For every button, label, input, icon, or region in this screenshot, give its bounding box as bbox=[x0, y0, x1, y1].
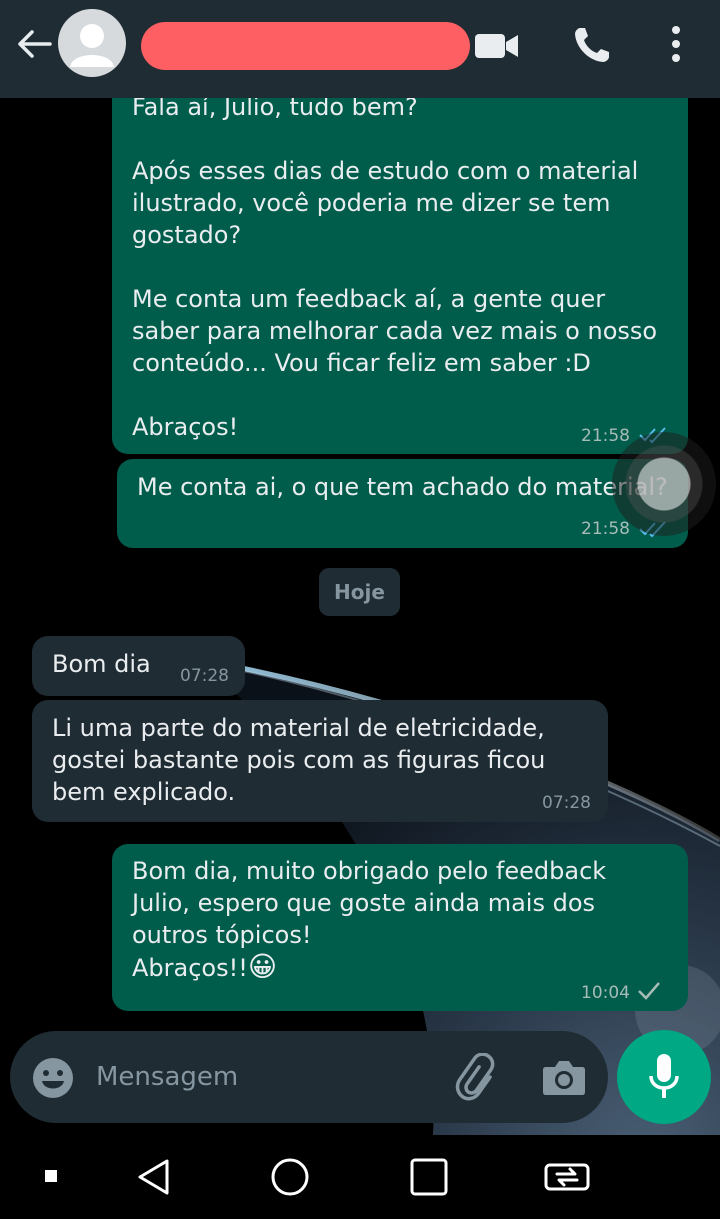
message-time: 07:28 bbox=[180, 666, 229, 686]
message-bubble-incoming[interactable]: Bom dia 07:28 bbox=[32, 636, 245, 696]
mic-icon bbox=[649, 1054, 679, 1098]
voice-call-icon[interactable] bbox=[571, 24, 613, 66]
sent-tick-icon bbox=[638, 982, 660, 1000]
message-time: 07:28 bbox=[542, 793, 591, 813]
message-text: Bom dia bbox=[52, 650, 151, 678]
system-navigation-bar bbox=[0, 1135, 720, 1219]
message-bubble-outgoing[interactable]: Me conta ai, o que tem achado do materia… bbox=[117, 459, 688, 548]
square-dot-icon[interactable] bbox=[45, 1170, 57, 1182]
message-text: Bom dia, muito obrigado pelo feedback Ju… bbox=[132, 855, 672, 984]
message-bubble-incoming[interactable]: Li uma parte do material de eletricidade… bbox=[32, 700, 608, 822]
message-input[interactable] bbox=[96, 1051, 436, 1103]
message-text: Li uma parte do material de eletricidade… bbox=[52, 714, 546, 806]
touch-indicator bbox=[612, 432, 716, 536]
rotate-icon[interactable] bbox=[543, 1159, 591, 1195]
message-text: Me conta ai, o que tem achado do materia… bbox=[137, 473, 668, 501]
message-composer bbox=[10, 1031, 608, 1123]
message-time: 21:58 bbox=[581, 426, 630, 446]
camera-icon[interactable] bbox=[542, 1057, 586, 1097]
attach-icon[interactable] bbox=[454, 1053, 504, 1103]
message-time: 21:58 bbox=[581, 519, 630, 539]
back-arrow-icon[interactable] bbox=[14, 26, 54, 62]
message-text: Fala aí, Julio, tudo bem? Após esses dia… bbox=[132, 93, 658, 441]
more-options-icon[interactable] bbox=[664, 24, 688, 64]
grinning-emoji-icon: 😀 bbox=[247, 950, 278, 983]
contact-avatar[interactable] bbox=[58, 9, 126, 77]
message-bubble-outgoing[interactable]: Fala aí, Julio, tudo bem? Após esses dia… bbox=[112, 60, 688, 454]
date-divider: Hoje bbox=[319, 568, 400, 616]
back-triangle-icon[interactable] bbox=[134, 1157, 174, 1197]
avatar-person-icon bbox=[70, 24, 114, 67]
message-time: 10:04 bbox=[581, 983, 630, 1003]
message-text-body: Bom dia, muito obrigado pelo feedback Ju… bbox=[132, 857, 607, 982]
message-bubble-outgoing[interactable]: Bom dia, muito obrigado pelo feedback Ju… bbox=[112, 844, 688, 1011]
chat-header bbox=[0, 0, 720, 98]
voice-record-button[interactable] bbox=[617, 1030, 711, 1124]
emoji-icon[interactable] bbox=[32, 1057, 74, 1099]
home-circle-icon[interactable] bbox=[270, 1157, 310, 1197]
contact-name-redacted[interactable] bbox=[141, 22, 470, 70]
video-call-icon[interactable] bbox=[474, 32, 520, 60]
recents-square-icon[interactable] bbox=[409, 1157, 449, 1197]
